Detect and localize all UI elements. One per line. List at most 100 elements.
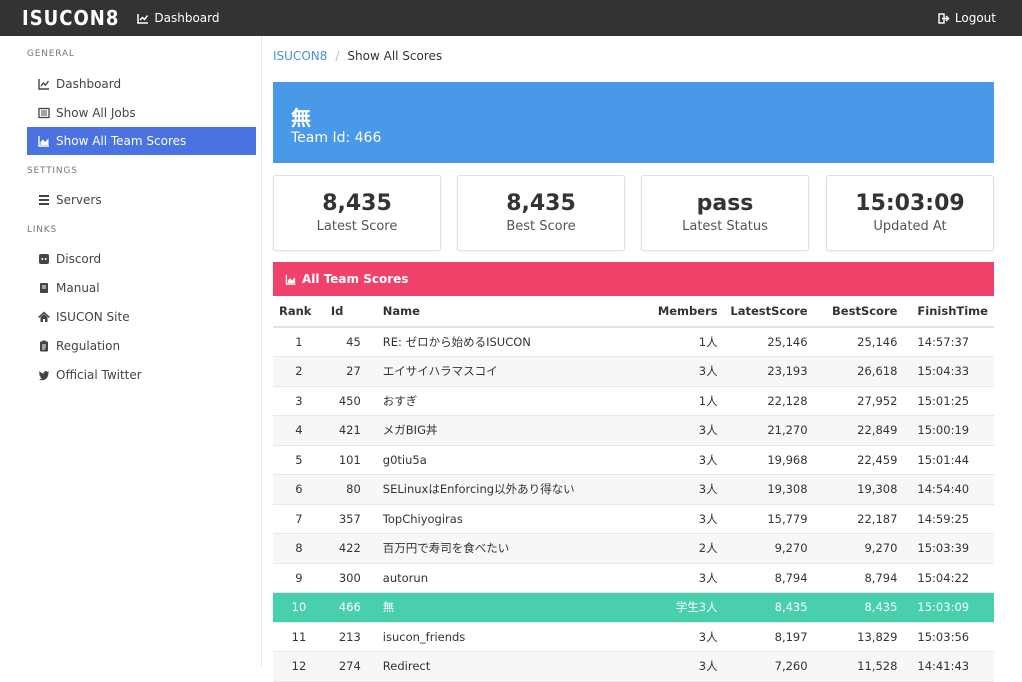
sidebar-section-general: GENERAL xyxy=(27,49,75,59)
column-header-best-score[interactable]: BestScore xyxy=(813,296,904,328)
discord-icon xyxy=(39,254,49,264)
table-row[interactable]: 12 274 Redirect 3人 7,260 11,528 14:41:43 xyxy=(273,651,994,682)
logout-label: Logout xyxy=(954,11,996,25)
members-cell: 3人 xyxy=(644,356,724,387)
stat-card-updated-at: 15:03:09 Updated At xyxy=(826,175,994,251)
column-header-members[interactable]: Members xyxy=(644,296,724,328)
scores-table: Rank Id Name Members LatestScore BestSco… xyxy=(273,296,994,682)
latest-score-cell: 15,779 xyxy=(723,504,814,534)
finish-time-cell: 14:57:37 xyxy=(903,327,994,357)
best-score-cell: 22,459 xyxy=(813,445,904,475)
sidebar-item-show-all-team-scores[interactable]: Show All Team Scores xyxy=(27,127,256,155)
members-cell: 3人 xyxy=(644,504,724,534)
sidebar-item-label: Show All Jobs xyxy=(56,106,136,120)
name-cell: autorun xyxy=(366,563,645,593)
rank-cell: 1 xyxy=(273,327,325,357)
best-score-cell: 11,528 xyxy=(813,651,904,682)
sidebar-item-regulation[interactable]: Regulation xyxy=(27,332,256,360)
stat-label: Latest Score xyxy=(316,219,398,234)
members-cell: 学生3人 xyxy=(644,592,724,623)
sidebar-item-manual[interactable]: Manual xyxy=(27,274,256,302)
rank-cell: 12 xyxy=(273,651,325,682)
best-score-cell: 22,187 xyxy=(813,504,904,534)
best-score-cell: 9,270 xyxy=(813,533,904,564)
id-cell: 274 xyxy=(324,651,367,682)
rank-cell: 7 xyxy=(273,504,325,534)
table-row[interactable]: 10 466 無学生3人 8,435 8,435 15:03:09 xyxy=(273,592,994,623)
scores-panel-title: All Team Scores xyxy=(302,272,409,286)
column-header-id[interactable]: Id xyxy=(324,296,367,328)
finish-time-cell: 15:03:09 xyxy=(903,592,994,623)
twitter-icon xyxy=(38,371,49,381)
stat-label: Best Score xyxy=(506,219,576,234)
best-score-cell: 13,829 xyxy=(813,622,904,652)
finish-time-cell: 15:01:25 xyxy=(903,386,994,416)
name-cell: TopChiyogiras xyxy=(366,504,645,534)
logout-link[interactable]: Logout xyxy=(938,0,996,36)
table-row[interactable]: 7 357 TopChiyogiras 3人 15,779 22,187 14:59:25 xyxy=(273,504,994,534)
sidebar-item-dashboard[interactable]: Dashboard xyxy=(27,70,256,98)
sidebar-item-servers[interactable]: Servers xyxy=(27,186,256,214)
table-row[interactable]: 2 27 エイサイハラマスコイ 3人 23,193 26,618 15:04:33 xyxy=(273,356,994,387)
sidebar-section-links: LINKS xyxy=(27,225,58,235)
brand-logo[interactable]: ISUCON8 xyxy=(22,6,119,30)
sidebar-item-discord[interactable]: Discord xyxy=(27,245,256,273)
name-cell: 百万円で寿司を食べたい xyxy=(366,533,645,564)
sidebar-item-official-twitter[interactable]: Official Twitter xyxy=(27,361,256,389)
stat-label: Latest Status xyxy=(682,219,768,234)
finish-time-cell: 14:59:25 xyxy=(903,504,994,534)
table-row[interactable]: 8 422 百万円で寿司を食べたい 2人 9,270 9,270 15:03:39 xyxy=(273,533,994,564)
team-name-mark: 無 xyxy=(291,106,311,130)
stat-value: 8,435 xyxy=(506,191,576,216)
stat-card-best-score: 8,435 Best Score xyxy=(457,175,625,251)
table-row[interactable]: 1 45 RE: ゼロから始めるISUCON 1人 25,146 25,146 14:57:… xyxy=(273,327,994,357)
id-cell: 300 xyxy=(324,563,367,593)
chart-line-icon xyxy=(38,79,50,90)
id-cell: 45 xyxy=(324,327,367,357)
latest-score-cell: 19,308 xyxy=(723,474,814,505)
scores-panel-header: All Team Scores xyxy=(273,262,994,296)
name-cell: おすぎ xyxy=(366,386,645,416)
table-row[interactable]: 11 213 isucon_friends 3人 8,197 13,829 15:03:56 xyxy=(273,622,994,652)
id-cell: 213 xyxy=(324,622,367,652)
finish-time-cell: 15:03:39 xyxy=(903,533,994,564)
name-cell: RE: ゼロから始めるISUCON xyxy=(366,327,645,357)
breadcrumb-root-link[interactable]: ISUCON8 xyxy=(273,49,327,63)
chart-area-icon xyxy=(285,274,296,285)
table-row[interactable]: 9 300 autorun 3人 8,794 8,794 15:04:22 xyxy=(273,563,994,593)
breadcrumb-separator: / xyxy=(335,49,340,63)
column-header-latest-score[interactable]: LatestScore xyxy=(723,296,814,328)
stat-card-latest-status: pass Latest Status xyxy=(641,175,809,251)
rank-cell: 4 xyxy=(273,415,325,446)
table-row[interactable]: 4 421 メガBIG丼 3人 21,270 22,849 15:00:19 xyxy=(273,415,994,446)
best-score-cell: 8,794 xyxy=(813,563,904,593)
members-cell: 3人 xyxy=(644,622,724,652)
table-row[interactable]: 3 450 おすぎ 1人 22,128 27,952 15:01:25 xyxy=(273,386,994,416)
top-navbar: ISUCON8 Dashboard Logout xyxy=(0,0,1022,36)
sidebar-item-label: Dashboard xyxy=(56,77,122,91)
members-cell: 1人 xyxy=(644,386,724,416)
sidebar-item-label: Show All Team Scores xyxy=(56,134,187,148)
rank-cell: 5 xyxy=(273,445,325,475)
stat-label: Updated At xyxy=(873,219,947,234)
name-cell: Redirect xyxy=(366,651,645,682)
column-header-rank[interactable]: Rank xyxy=(273,296,325,328)
latest-score-cell: 22,128 xyxy=(723,386,814,416)
column-header-finish-time[interactable]: FinishTime xyxy=(903,296,994,328)
members-cell: 3人 xyxy=(644,415,724,446)
members-cell: 2人 xyxy=(644,533,724,564)
nav-dashboard-link[interactable]: Dashboard xyxy=(137,11,220,25)
sidebar-item-show-all-jobs[interactable]: Show All Jobs xyxy=(27,99,256,127)
table-row[interactable]: 6 80 SELinuxはEnforcing以外あり得ない 3人 19,308 19,30… xyxy=(273,474,994,505)
finish-time-cell: 14:54:40 xyxy=(903,474,994,505)
breadcrumb-current: Show All Scores xyxy=(347,49,443,63)
column-header-name[interactable]: Name xyxy=(366,296,645,328)
latest-score-cell: 19,968 xyxy=(723,445,814,475)
list-icon xyxy=(38,107,50,119)
sidebar-item-isucon-site[interactable]: ISUCON Site xyxy=(27,303,256,331)
table-row[interactable]: 5 101 g0tiu5a 3人 19,968 22,459 15:01:44 xyxy=(273,445,994,475)
rank-cell: 6 xyxy=(273,474,325,505)
best-score-cell: 27,952 xyxy=(813,386,904,416)
team-id-text: Team Id: 466 xyxy=(291,130,382,146)
best-score-cell: 26,618 xyxy=(813,356,904,387)
